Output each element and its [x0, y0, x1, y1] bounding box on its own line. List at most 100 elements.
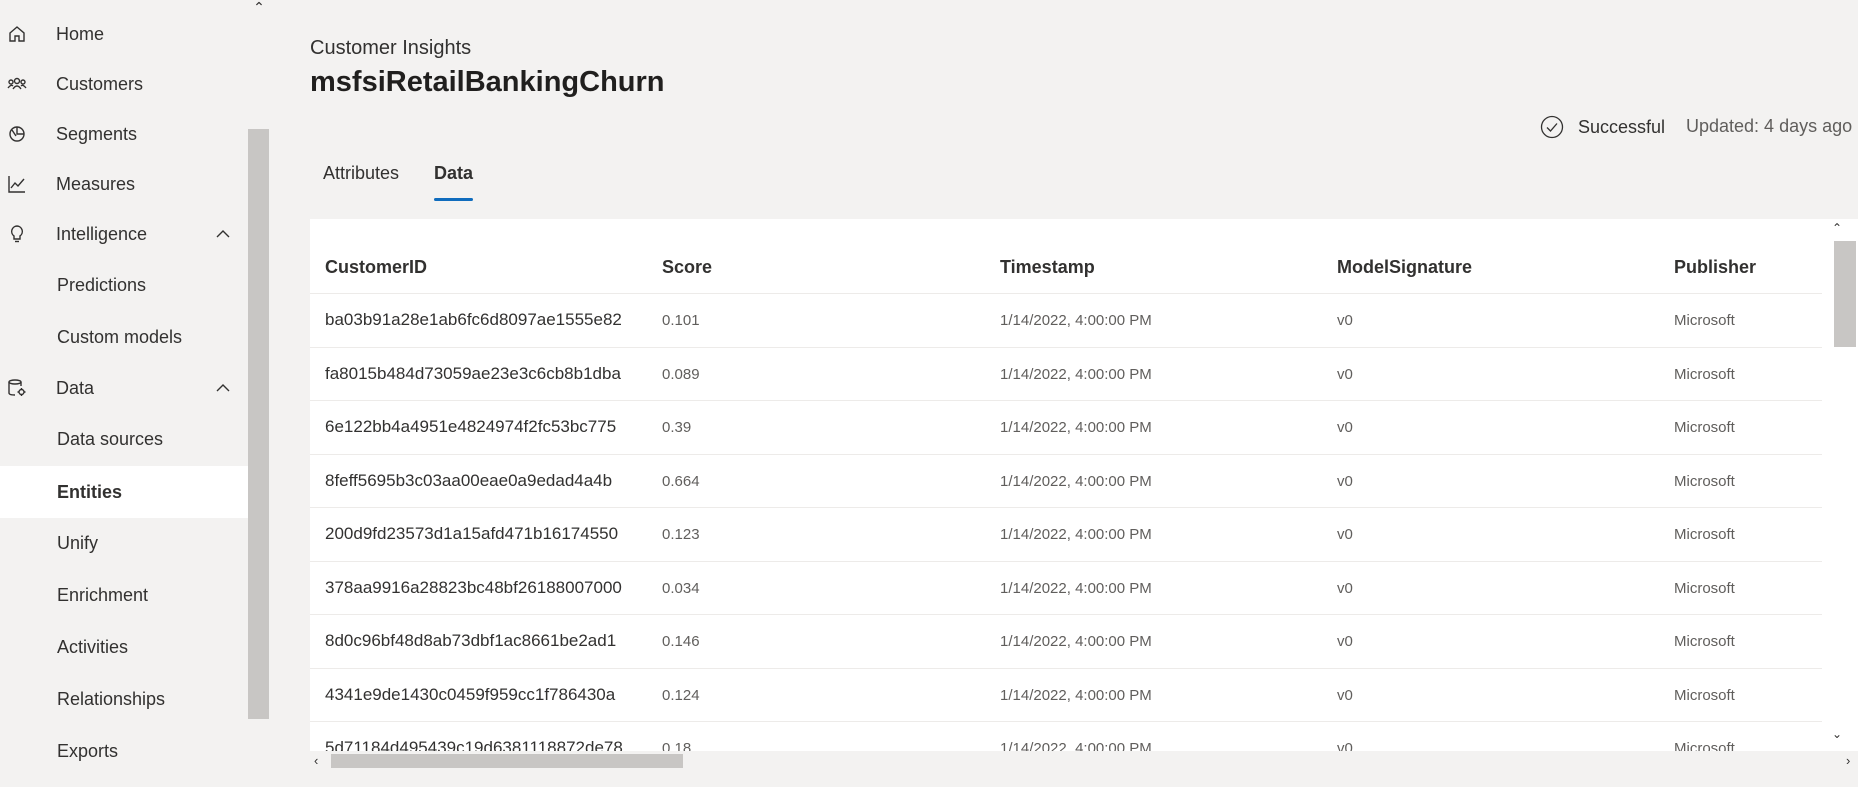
- sidebar-item-intelligence[interactable]: Intelligence: [0, 209, 248, 259]
- cell-timestamp: 1/14/2022, 4:00:00 PM: [1000, 312, 1152, 329]
- sidebar-item-label: Unify: [57, 532, 99, 553]
- sidebar-item-label: Measures: [56, 173, 136, 194]
- scroll-down-arrow[interactable]: ⌄: [1832, 727, 1842, 741]
- active-tab-indicator: [434, 198, 473, 201]
- chevron-up-icon[interactable]: [214, 379, 232, 397]
- main-content: Customer Insights msfsiRetailBankingChur…: [270, 0, 1858, 787]
- column-header-timestamp[interactable]: Timestamp: [1000, 257, 1095, 278]
- cell-customerid: ba03b91a28e1ab6fc6d8097ae1555e82: [325, 310, 622, 329]
- sidebar-item-entities[interactable]: Entities: [0, 466, 248, 518]
- sidebar-item-data-sources[interactable]: Data sources: [0, 414, 248, 464]
- sidebar-item-label: Data: [56, 377, 95, 398]
- app-title: Customer Insights: [310, 37, 472, 59]
- sidebar-item-label: Customers: [56, 73, 144, 94]
- column-header-modelsignature[interactable]: ModelSignature: [1337, 257, 1472, 278]
- table-vertical-scrollbar[interactable]: ⌃ ⌄: [1822, 219, 1858, 751]
- table-row[interactable]: 8d0c96bf48d8ab73dbf1ac8661be2ad1 0.146 1/1…: [310, 615, 1822, 669]
- status-indicator: Successful: [1540, 113, 1665, 141]
- cell-modelsignature: v0: [1337, 686, 1353, 704]
- scroll-right-arrow[interactable]: ›: [1846, 753, 1850, 768]
- cell-modelsignature: v0: [1337, 419, 1353, 436]
- sidebar-item-unify[interactable]: Unify: [0, 518, 248, 568]
- column-header-publisher[interactable]: Publisher: [1674, 257, 1756, 278]
- table-row[interactable]: 8feff5695b3c03aa00eae0a9edad4a4b 0.664 1/1…: [310, 455, 1822, 508]
- segments-icon: [6, 123, 28, 145]
- sidebar-item-label: Intelligence: [56, 223, 148, 244]
- cell-publisher: Microsoft: [1674, 686, 1735, 704]
- cell-customerid: 378aa9916a28823bc48bf26188007000: [325, 577, 622, 597]
- cell-customerid: 6e122bb4a4951e4824974f2fc53bc775: [325, 417, 617, 436]
- tab-attributes[interactable]: Attributes: [323, 163, 399, 203]
- cell-publisher: Microsoft: [1674, 312, 1735, 329]
- lightbulb-icon: [6, 223, 28, 245]
- sidebar-item-label: Exports: [57, 740, 119, 761]
- column-header-customerid[interactable]: CustomerID: [325, 257, 427, 278]
- cell-score: 0.089: [662, 365, 700, 383]
- sidebar-scroll-up-arrow[interactable]: ⌃: [250, 0, 268, 14]
- table-row[interactable]: fa8015b484d73059ae23e3c6cb8b1dba 0.089 1/1…: [310, 348, 1822, 401]
- cell-modelsignature: v0: [1337, 526, 1353, 543]
- horizontal-scrollbar-thumb[interactable]: [331, 754, 683, 768]
- vertical-scrollbar-thumb[interactable]: [1834, 241, 1856, 347]
- cell-score: 0.034: [662, 579, 700, 597]
- table-row[interactable]: 378aa9916a28823bc48bf26188007000 0.034 1/1…: [310, 562, 1822, 615]
- cell-customerid: 200d9fd23573d1a15afd471b16174550: [325, 524, 619, 543]
- cell-timestamp: 1/14/2022, 4:00:00 PM: [1000, 526, 1152, 543]
- sidebar-item-label: Entities: [57, 481, 123, 502]
- chevron-up-icon[interactable]: [214, 225, 232, 243]
- table-horizontal-scrollbar[interactable]: ‹ ›: [310, 751, 1858, 771]
- cell-timestamp: 1/14/2022, 4:00:00 PM: [1000, 633, 1152, 650]
- sidebar-item-data[interactable]: Data: [0, 363, 248, 413]
- sidebar-item-customers[interactable]: Customers: [0, 59, 248, 109]
- cell-publisher: Microsoft: [1674, 472, 1735, 490]
- table-row[interactable]: 4341e9de1430c0459f959cc1f786430a 0.124 1/1…: [310, 669, 1822, 722]
- people-icon: [6, 73, 28, 95]
- tab-data[interactable]: Data: [434, 163, 473, 203]
- sidebar-nav: Home Customers Segments Measures Intelli…: [0, 0, 248, 787]
- sidebar-item-label: Data sources: [57, 428, 164, 449]
- sidebar-item-home[interactable]: Home: [0, 9, 248, 59]
- sidebar-item-segments[interactable]: Segments: [0, 109, 248, 159]
- sidebar-item-exports[interactable]: Exports: [0, 726, 248, 776]
- scroll-up-arrow[interactable]: ⌃: [1832, 221, 1842, 235]
- cell-modelsignature: v0: [1337, 312, 1353, 329]
- check-circle-icon: [1540, 115, 1564, 139]
- cell-score: 0.123: [662, 526, 700, 543]
- cell-timestamp: 1/14/2022, 4:00:00 PM: [1000, 472, 1152, 490]
- cell-modelsignature: v0: [1337, 365, 1353, 383]
- sidebar-item-activities[interactable]: Activities: [0, 622, 248, 672]
- cell-modelsignature: v0: [1337, 579, 1353, 597]
- cell-modelsignature: v0: [1337, 472, 1353, 490]
- sidebar-item-label: Home: [56, 23, 105, 44]
- cell-customerid: fa8015b484d73059ae23e3c6cb8b1dba: [325, 363, 621, 383]
- sidebar-item-label: Enrichment: [57, 584, 149, 605]
- sidebar-item-label: Relationships: [57, 688, 166, 709]
- cell-publisher: Microsoft: [1674, 579, 1735, 597]
- database-gear-icon: [6, 377, 28, 399]
- sidebar-item-measures[interactable]: Measures: [0, 159, 248, 209]
- cell-publisher: Microsoft: [1674, 419, 1735, 436]
- cell-publisher: Microsoft: [1674, 365, 1735, 383]
- table-row[interactable]: ba03b91a28e1ab6fc6d8097ae1555e82 0.101 1/1…: [310, 294, 1822, 348]
- updated-timestamp: Updated: 4 days ago: [1686, 116, 1853, 136]
- page-title: msfsiRetailBankingChurn: [310, 66, 665, 98]
- sidebar-scrollbar-thumb[interactable]: [248, 129, 269, 719]
- sidebar-item-relationships[interactable]: Relationships: [0, 674, 248, 724]
- sidebar-item-custom-models[interactable]: Custom models: [0, 312, 248, 362]
- cell-score: 0.146: [662, 633, 700, 650]
- data-table: CustomerID Score Timestamp ModelSignatur…: [310, 219, 1858, 771]
- sidebar-item-predictions[interactable]: Predictions: [0, 260, 248, 310]
- cell-publisher: Microsoft: [1674, 526, 1735, 543]
- cell-score: 0.101: [662, 312, 700, 329]
- sidebar-item-label: Custom models: [57, 326, 183, 347]
- table-row[interactable]: 6e122bb4a4951e4824974f2fc53bc775 0.39 1/14…: [310, 401, 1822, 455]
- sidebar-item-enrichment[interactable]: Enrichment: [0, 570, 248, 620]
- table-row[interactable]: 200d9fd23573d1a15afd471b16174550 0.123 1/1…: [310, 508, 1822, 562]
- home-icon: [6, 23, 28, 45]
- column-header-score[interactable]: Score: [662, 257, 712, 278]
- cell-timestamp: 1/14/2022, 4:00:00 PM: [1000, 579, 1152, 597]
- table-header-row: CustomerID Score Timestamp ModelSignatur…: [310, 219, 1822, 294]
- status-text: Successful: [1578, 116, 1666, 137]
- scroll-left-arrow[interactable]: ‹: [314, 753, 318, 768]
- cell-modelsignature: v0: [1337, 633, 1353, 650]
